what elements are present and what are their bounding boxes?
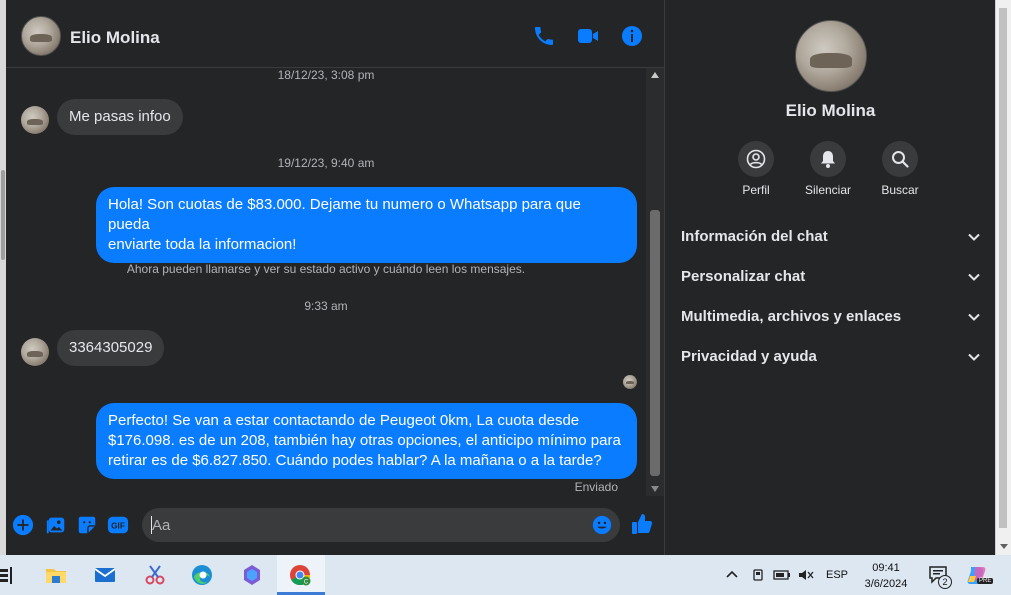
bell-icon [821, 151, 835, 168]
search-action-label: Buscar [881, 183, 919, 197]
file-explorer-icon[interactable] [44, 563, 68, 587]
conversation-info-panel: Elio Molina Perfil Silenciar Buscar Info… [664, 0, 995, 555]
snipping-tool-icon[interactable] [143, 563, 167, 587]
profile-icon [746, 149, 766, 169]
incoming-message[interactable]: Me pasas infoo [57, 99, 183, 135]
mute-action[interactable]: Silenciar [793, 141, 863, 197]
sent-status: Enviado [574, 480, 618, 494]
search-icon [892, 151, 909, 168]
search-action[interactable]: Buscar [865, 141, 935, 197]
plus-circle-icon[interactable] [12, 514, 34, 536]
system-clock[interactable]: 09:41 3/6/2024 [856, 560, 916, 592]
outgoing-message[interactable]: Perfecto! Se van a estar contactando de … [96, 403, 637, 479]
contact-profile-avatar[interactable] [795, 20, 867, 92]
video-call-icon[interactable] [576, 24, 600, 48]
chat-panel: Elio Molina 18/12/23, 3:08 pm Me pasas i… [6, 0, 664, 555]
section-media-files-links[interactable]: Multimedia, archivos y enlaces [681, 302, 981, 332]
message-line: $176.098. es de un 208, también hay otra… [108, 432, 621, 449]
seen-receipt-avatar [623, 375, 637, 389]
mail-icon[interactable] [93, 563, 117, 587]
contact-avatar[interactable] [21, 16, 61, 56]
sticker-icon[interactable] [76, 514, 98, 536]
section-privacy-support[interactable]: Privacidad y ayuda [681, 342, 981, 372]
chevron-down-icon [968, 353, 980, 361]
message-line: Perfecto! Se van a estar contactando de … [108, 412, 580, 429]
contact-profile-name: Elio Molina [785, 101, 876, 120]
profile-action[interactable]: Perfil [721, 141, 791, 197]
page-scroll-thumb[interactable] [1, 170, 5, 260]
section-customize-chat[interactable]: Personalizar chat [681, 262, 981, 292]
notification-count-badge: 2 [938, 575, 952, 589]
mute-action-label: Silenciar [804, 183, 852, 197]
message-line: enviarte toda la informacion! [108, 236, 297, 253]
message-line: retirar es de $6.827.850. Cuándo podes h… [108, 452, 602, 469]
incoming-message[interactable]: 3364305029 [57, 330, 165, 366]
chevron-down-icon [968, 233, 980, 241]
photo-gallery-icon[interactable] [45, 514, 67, 536]
chevron-down-icon [968, 313, 980, 321]
section-label: Información del chat [681, 228, 828, 245]
chrome-browser-icon[interactable]: C [288, 563, 312, 587]
message-list: 18/12/23, 3:08 pm Me pasas infoo 19/12/2… [6, 68, 646, 498]
message-timestamp: 9:33 am [304, 299, 348, 313]
section-chat-info[interactable]: Información del chat [681, 222, 981, 252]
chevron-down-icon [968, 273, 980, 281]
windows-taskbar: C ESP 09:41 3/6/2024 2 PRE [0, 555, 1011, 595]
svg-text:C: C [304, 580, 309, 586]
info-icon[interactable] [620, 24, 644, 48]
outgoing-message[interactable]: Hola! Son cuotas de $83.000. Dejame tu n… [96, 187, 637, 263]
clock-date: 3/6/2024 [864, 578, 908, 590]
message-timestamp: 18/12/23, 3:08 pm [277, 68, 375, 82]
browser-scroll-down-arrow[interactable] [1000, 544, 1008, 549]
clock-time: 09:41 [872, 562, 900, 574]
scroll-down-arrow[interactable] [651, 486, 659, 492]
network-icon[interactable] [750, 567, 766, 583]
system-notice: Ahora pueden llamarse y ver su estado ac… [126, 262, 526, 276]
message-line: Hola! Son cuotas de $83.000. Dejame tu n… [108, 196, 581, 233]
message-input[interactable]: Aa [142, 508, 620, 542]
volume-muted-icon[interactable] [797, 567, 815, 583]
message-input-placeholder: Aa [152, 517, 171, 534]
scroll-up-arrow[interactable] [651, 72, 659, 78]
language-indicator[interactable]: ESP [826, 569, 848, 581]
profile-action-label: Perfil [742, 183, 770, 197]
chat-header: Elio Molina [6, 0, 664, 68]
sender-avatar[interactable] [21, 338, 49, 366]
browser-scroll-thumb[interactable] [999, 8, 1007, 528]
phone-call-icon[interactable] [532, 24, 556, 48]
gif-icon[interactable]: GIF [107, 514, 129, 536]
battery-icon[interactable] [773, 567, 791, 583]
copilot-app-icon[interactable] [240, 563, 264, 587]
thumbs-up-icon[interactable] [630, 512, 654, 536]
chat-scrollbar[interactable] [646, 68, 664, 496]
emoji-icon[interactable] [592, 515, 612, 535]
task-view-icon[interactable] [0, 563, 18, 587]
copilot-pre-badge: PRE [977, 578, 994, 584]
browser-scrollbar[interactable] [995, 0, 1011, 555]
composer-bar: GIF Aa [6, 500, 664, 555]
contact-name[interactable]: Elio Molina [70, 28, 160, 48]
sender-avatar[interactable] [21, 106, 49, 134]
chevron-up-icon[interactable] [724, 567, 740, 583]
edge-browser-icon[interactable] [190, 563, 214, 587]
svg-text:GIF: GIF [111, 522, 125, 531]
section-label: Privacidad y ayuda [681, 348, 817, 365]
section-label: Personalizar chat [681, 268, 806, 285]
section-label: Multimedia, archivos y enlaces [681, 308, 902, 325]
message-timestamp: 19/12/23, 9:40 am [277, 156, 375, 170]
scroll-thumb[interactable] [650, 210, 660, 476]
